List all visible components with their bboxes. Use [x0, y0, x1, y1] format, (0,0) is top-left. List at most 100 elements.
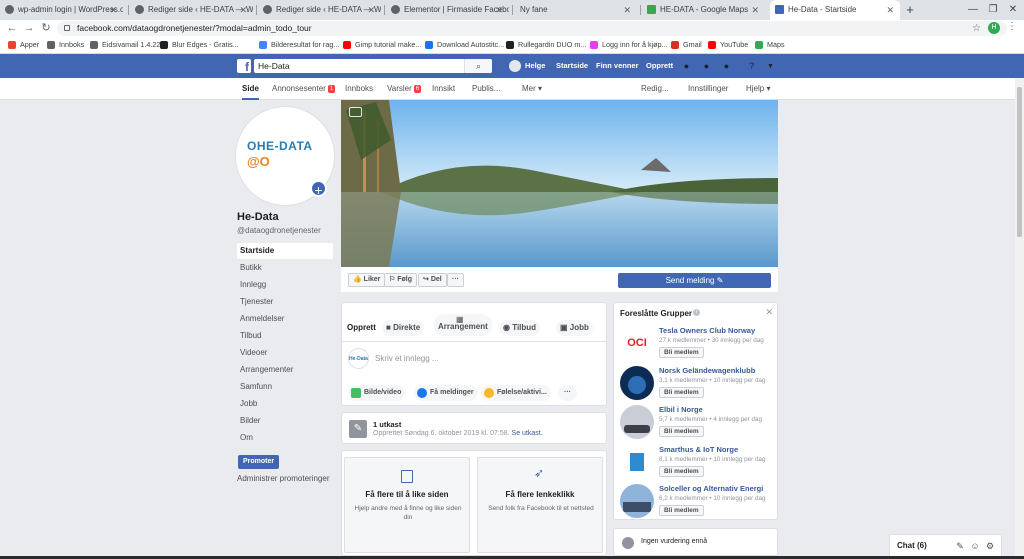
- group-name[interactable]: Elbil i Norge: [659, 405, 703, 414]
- view-draft-link[interactable]: Se utkast.: [512, 430, 543, 437]
- page-nav-right-item[interactable]: Redig...: [641, 78, 669, 100]
- sidebar-item[interactable]: Jobb: [237, 396, 333, 412]
- tab-create[interactable]: Opprett: [343, 320, 380, 336]
- more-options-button[interactable]: ···: [558, 385, 577, 401]
- new-tab-button[interactable]: +: [903, 0, 917, 20]
- bookmark-item[interactable]: YouTube: [708, 37, 748, 54]
- page-nav-tab[interactable]: Annonsesenter 1: [272, 78, 336, 100]
- bookmark-item[interactable]: Bilderesultat for rag...: [259, 37, 339, 54]
- page-nav-tab[interactable]: Publis...: [472, 78, 500, 100]
- bookmark-item[interactable]: Logg inn for å kjøp...: [590, 37, 668, 54]
- bookmark-item[interactable]: Innboks: [47, 37, 84, 54]
- sidebar-item[interactable]: Anmeldelser: [237, 311, 333, 327]
- sidebar-item[interactable]: Samfunn: [237, 379, 333, 395]
- join-group-button[interactable]: Bli medlem: [659, 347, 704, 358]
- send-message-button[interactable]: Send melding ✎: [618, 273, 771, 288]
- tab-offer[interactable]: ◉ Tilbud: [499, 320, 541, 336]
- profile-avatar[interactable]: H: [988, 22, 1000, 34]
- tab-job[interactable]: ▣ Jobb: [556, 320, 593, 336]
- bookmark-item[interactable]: Gmail: [671, 37, 702, 54]
- sidebar-item[interactable]: Om: [237, 430, 333, 446]
- browser-tab[interactable]: wp-admin login | WordPress.org ✕: [0, 0, 123, 20]
- page-nav-tab[interactable]: Varsler 6: [387, 78, 422, 100]
- join-group-button[interactable]: Bli medlem: [659, 386, 704, 398]
- browser-tab[interactable]: HE-DATA - Google Maps ✕: [642, 0, 765, 20]
- bookmark-item[interactable]: Rullegardin DUO m...: [506, 37, 586, 54]
- browser-tab[interactable]: Ny fane ✕: [514, 0, 637, 20]
- group-name[interactable]: Norsk Geländewagenklubb: [659, 366, 755, 375]
- more-button[interactable]: ···: [447, 273, 464, 287]
- close-window-button[interactable]: ✕: [1003, 0, 1023, 20]
- messenger-icon[interactable]: ●: [701, 61, 712, 72]
- page-nav-tab[interactable]: Mer ▾: [522, 78, 542, 100]
- close-icon[interactable]: ✕: [109, 0, 117, 20]
- bookmark-item[interactable]: Eidsivamail 1.4.22: [90, 37, 160, 54]
- browser-tab[interactable]: Elementor | Firmaside Facebook ✕: [386, 0, 509, 20]
- notifications-icon[interactable]: ●: [721, 61, 732, 72]
- add-photo-button[interactable]: +: [310, 180, 327, 198]
- page-nav-tab[interactable]: Innboks: [345, 78, 373, 100]
- photo-video-button[interactable]: Bilde/video: [348, 385, 406, 401]
- page-nav-tab[interactable]: Side: [242, 78, 259, 100]
- help-icon[interactable]: ?: [746, 61, 757, 72]
- address-bar[interactable]: facebook.com/dataogdronetjenester/?modal…: [57, 21, 1007, 36]
- page-nav-tab[interactable]: Innsikt: [432, 78, 455, 100]
- page-handle[interactable]: @dataogdronetjenester: [237, 226, 321, 235]
- close-icon[interactable]: ✕: [495, 0, 503, 20]
- solar-panel-logo[interactable]: [620, 484, 654, 518]
- close-icon[interactable]: ✕: [886, 0, 894, 20]
- sidebar-item[interactable]: Bilder: [237, 413, 333, 429]
- group-name[interactable]: Tesla Owners Club Norway: [659, 326, 755, 335]
- cover-photo[interactable]: [341, 100, 778, 267]
- user-avatar[interactable]: [509, 60, 521, 72]
- manage-promotions-link[interactable]: Administrer promoteringer: [237, 474, 329, 483]
- join-group-button[interactable]: Bli medlem: [659, 505, 704, 516]
- account-dropdown-icon[interactable]: ▼: [765, 61, 776, 72]
- bookmark-item[interactable]: Maps: [755, 37, 785, 54]
- close-icon[interactable]: ✕: [751, 0, 759, 20]
- browser-tab[interactable]: Rediger side ‹ HE-DATA — Word✕: [258, 0, 381, 20]
- close-icon[interactable]: ✕: [367, 0, 375, 20]
- minimize-button[interactable]: —: [963, 0, 983, 20]
- close-icon[interactable]: ✕: [765, 307, 773, 318]
- page-nav-right-item[interactable]: Innstillinger: [688, 78, 728, 100]
- sidebar-item[interactable]: Startside: [237, 243, 333, 259]
- menu-icon[interactable]: ⋮: [1007, 21, 1017, 32]
- sidebar-item[interactable]: Tilbud: [237, 328, 333, 344]
- smarthome-logo[interactable]: [620, 444, 654, 479]
- promote-button[interactable]: Promoter: [238, 455, 279, 469]
- tesla-club-logo[interactable]: OCI: [620, 326, 654, 360]
- facebook-logo-icon[interactable]: f: [237, 59, 251, 74]
- bookmark-item[interactable]: Download Autostitc...: [425, 37, 504, 54]
- promo-card-link-clicks[interactable]: ➶ Få flere lenkeklikk Send folk fra Face…: [477, 457, 603, 553]
- promo-card-likes[interactable]: Få flere til å like siden Hjelp andre me…: [344, 457, 470, 553]
- group-name[interactable]: Smarthus & IoT Norge: [659, 445, 738, 454]
- share-button[interactable]: ↪ Del: [418, 273, 447, 287]
- browser-tab[interactable]: Rediger side ‹ HE-DATA — Word✕: [130, 0, 253, 20]
- tab-live[interactable]: ■ Direkte: [382, 320, 425, 336]
- join-group-button[interactable]: Bli medlem: [659, 465, 704, 477]
- bookmark-star-icon[interactable]: ☆: [972, 21, 981, 36]
- bookmark-item[interactable]: Gimp tutorial make...: [343, 37, 421, 54]
- bookmark-item[interactable]: Apper: [8, 37, 39, 54]
- sidebar-item[interactable]: Videoer: [237, 345, 333, 361]
- create-link[interactable]: Opprett: [646, 54, 673, 78]
- get-messages-button[interactable]: Få meldinger: [414, 385, 478, 401]
- forward-icon[interactable]: →: [22, 21, 36, 35]
- home-link[interactable]: Startside: [556, 54, 588, 78]
- group-name[interactable]: Solceller og Alternativ Energi: [659, 484, 763, 493]
- page-nav-right-item[interactable]: Hjelp ▾: [746, 78, 770, 100]
- sidebar-item[interactable]: Butikk: [237, 260, 333, 276]
- compose-icon[interactable]: ✎: [955, 541, 965, 551]
- like-button[interactable]: 👍 Liker: [348, 273, 386, 287]
- scrollbar-thumb[interactable]: [1017, 87, 1022, 237]
- camera-icon[interactable]: [349, 107, 362, 117]
- close-icon[interactable]: ✕: [239, 0, 247, 20]
- back-icon[interactable]: ←: [5, 21, 19, 35]
- ev-logo[interactable]: [620, 405, 654, 439]
- feeling-activity-button[interactable]: Følelse/aktivi...: [481, 385, 551, 401]
- sidebar-item[interactable]: Tjenester: [237, 294, 333, 310]
- reload-icon[interactable]: ↻: [39, 21, 53, 35]
- follow-button[interactable]: ⚐ Følg: [384, 273, 418, 287]
- browser-tab-active[interactable]: He-Data - Startside ✕: [770, 0, 900, 20]
